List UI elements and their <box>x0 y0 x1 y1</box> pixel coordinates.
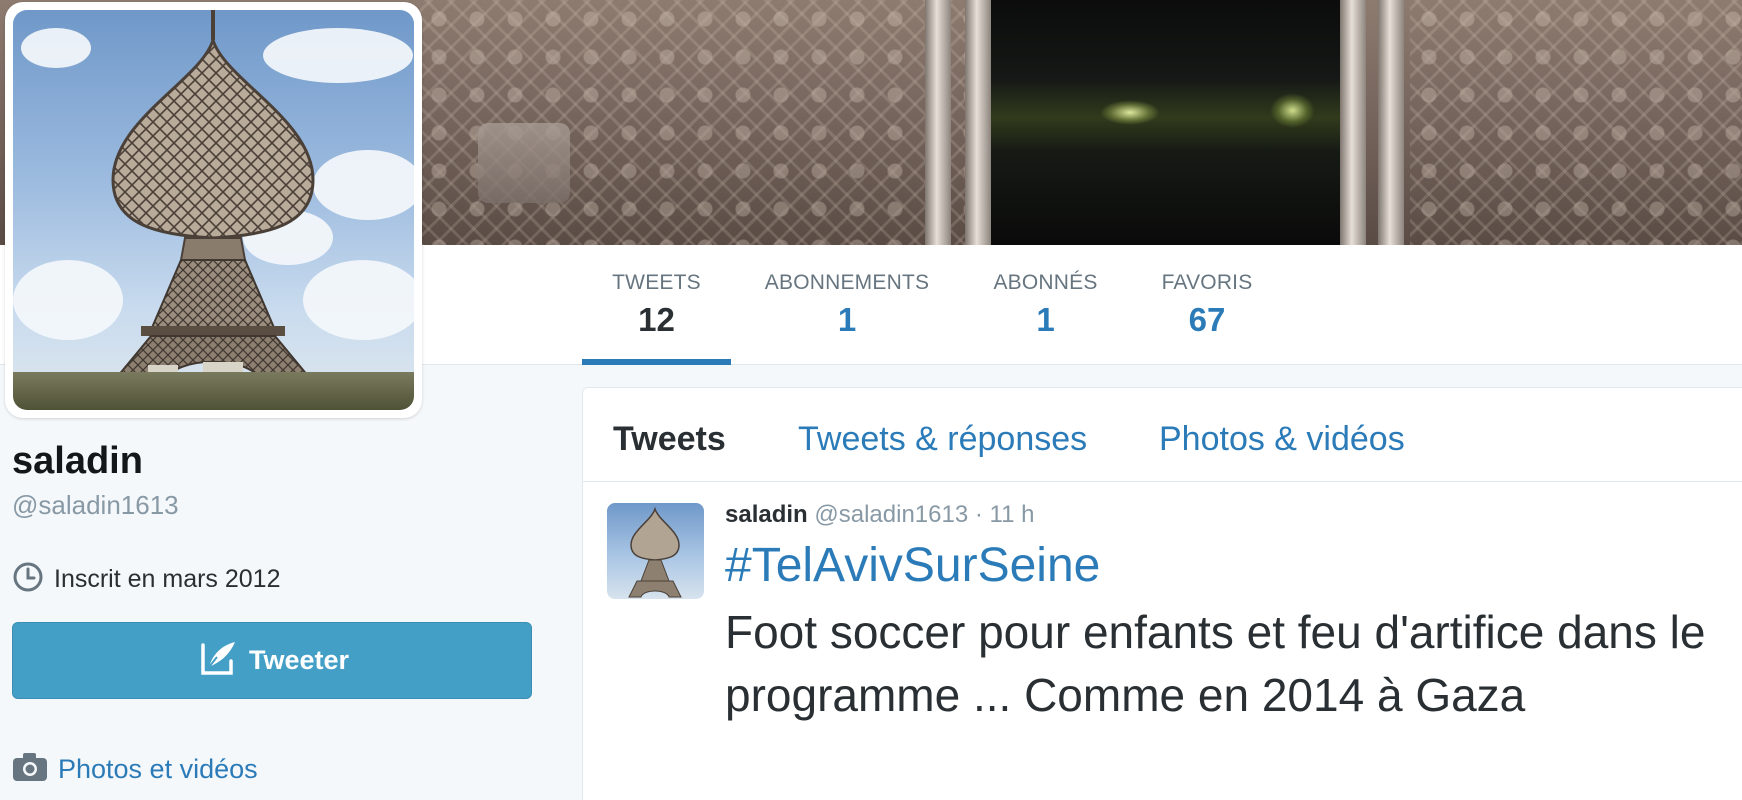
stat-tweets[interactable]: TWEETS 12 <box>582 271 731 365</box>
join-date-text: Inscrit en mars 2012 <box>54 565 281 593</box>
clock-icon <box>12 561 44 598</box>
tweet-button[interactable]: Tweeter <box>12 622 532 699</box>
tweet-header: saladin @saladin1613 · 11 h <box>725 501 1034 529</box>
join-date: Inscrit en mars 2012 <box>12 561 281 598</box>
stat-value: 1 <box>1036 301 1055 338</box>
stat-followers[interactable]: ABONNÉS 1 <box>988 271 1103 365</box>
stat-label: FAVORIS <box>1161 271 1253 294</box>
tweet-item[interactable]: saladin @saladin1613 · 11 h #TelAvivSurS… <box>583 483 1742 800</box>
tweet-author-avatar[interactable] <box>607 503 704 599</box>
banner-pillar <box>1378 0 1404 245</box>
profile-page: TWEETS 12 ABONNEMENTS 1 ABONNÉS 1 FAVORI… <box>0 0 1742 800</box>
tweet-author-name[interactable]: saladin <box>725 501 808 528</box>
profile-name[interactable]: saladin <box>12 440 143 483</box>
timeline-card: Tweets Tweets & réponses Photos & vidéos… <box>582 387 1742 800</box>
banner-pillar <box>965 0 991 245</box>
onion-dome-tower-illustration <box>110 10 316 383</box>
banner-light <box>1100 100 1160 125</box>
banner-light <box>1270 93 1315 128</box>
tweet-author-handle[interactable]: @saladin1613 <box>814 501 968 528</box>
tab-photos-videos[interactable]: Photos & vidéos <box>1159 420 1405 459</box>
stat-value: 1 <box>837 301 857 338</box>
tweet-timestamp[interactable]: 11 h <box>990 501 1035 528</box>
stat-value: 67 <box>1188 301 1226 338</box>
timeline-tabs: Tweets Tweets & réponses Photos & vidéos <box>583 388 1742 482</box>
tree-line <box>13 372 414 410</box>
banner-pillar <box>1340 0 1366 245</box>
stat-label: ABONNEMENTS <box>764 271 930 294</box>
stat-value: 12 <box>638 301 675 338</box>
profile-avatar-frame <box>5 2 422 418</box>
stat-label: ABONNÉS <box>993 271 1098 294</box>
photos-videos-link[interactable]: Photos et vidéos <box>12 752 258 787</box>
photos-videos-link-text: Photos et vidéos <box>58 754 258 784</box>
stat-label: TWEETS <box>612 271 701 294</box>
compose-quill-icon <box>195 637 239 684</box>
tab-tweets[interactable]: Tweets <box>613 420 726 459</box>
tweet-text: Foot soccer pour enfants et feu d'artifi… <box>725 606 1706 721</box>
banner-pillar <box>925 0 951 245</box>
stat-favorites[interactable]: FAVORIS 67 <box>1157 271 1257 365</box>
camera-icon <box>12 752 48 787</box>
tweet-hashtag[interactable]: #TelAvivSurSeine <box>725 538 1100 593</box>
tweet-button-label: Tweeter <box>248 645 350 675</box>
profile-handle[interactable]: @saladin1613 <box>12 490 179 521</box>
onion-dome-tower-thumbnail <box>628 506 682 598</box>
tab-tweets-replies[interactable]: Tweets & réponses <box>798 420 1087 459</box>
profile-avatar[interactable] <box>13 10 414 410</box>
tweet-separator: · <box>974 501 983 528</box>
banner-cushion <box>478 123 570 203</box>
stat-following[interactable]: ABONNEMENTS 1 <box>757 271 937 365</box>
banner-lattice-right <box>1410 0 1742 245</box>
